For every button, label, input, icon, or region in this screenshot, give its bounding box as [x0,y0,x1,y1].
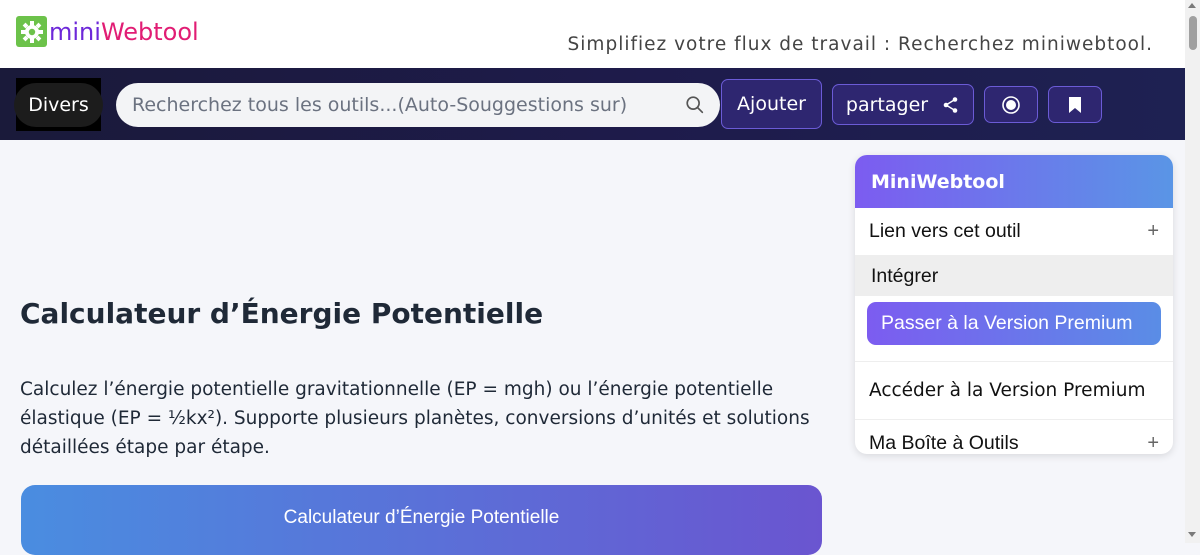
embed-label: Intégrer [871,264,939,287]
main-navbar: Divers Recherchez tous les outils...(Aut… [0,68,1185,140]
divers-button[interactable]: Divers [14,82,103,127]
link-to-tool-label: Lien vers cet outil [869,220,1021,242]
access-premium-item[interactable]: Accéder à la Version Premium [855,362,1173,420]
upgrade-premium-button[interactable]: Passer à la Version Premium [867,302,1161,345]
tool-description: Calculez l’énergie potentielle gravitati… [20,379,810,458]
plus-icon[interactable]: + [1147,220,1159,243]
search-input[interactable]: Recherchez tous les outils...(Auto-Sougg… [132,94,684,116]
scroll-up-arrow-icon[interactable] [1188,3,1196,8]
calculator-card-title: Calculateur d’Énergie Potentielle [283,507,560,528]
toolbox-item[interactable]: Ma Boîte à Outils + [855,420,1173,454]
bookmark-icon [1069,96,1081,113]
record-button[interactable] [984,86,1038,123]
site-tagline: Simplifiez votre flux de travail : Reche… [567,34,1153,55]
scroll-thumb[interactable] [1189,16,1197,50]
calculator-card: Calculateur d’Énergie Potentielle [21,485,822,555]
search-box[interactable]: Recherchez tous les outils...(Auto-Sougg… [116,83,720,127]
site-logo[interactable]: miniWebtool [16,16,199,47]
gear-icon [16,16,47,47]
toolbox-label: Ma Boîte à Outils [869,432,1019,454]
plus-icon[interactable]: + [1147,432,1159,454]
share-label: partager [845,93,929,116]
page-title: Calculateur d’Énergie Potentielle [20,297,544,330]
bookmark-button[interactable] [1048,86,1102,123]
search-icon[interactable] [684,94,706,116]
sidebar-header: MiniWebtool [855,155,1173,208]
logo-web-text: Webtool [100,17,199,46]
link-to-tool-item[interactable]: Lien vers cet outil + [855,208,1173,256]
logo-text: miniWebtool [49,20,199,44]
share-icon [943,96,958,113]
access-premium-label: Accéder à la Version Premium [869,380,1146,401]
add-button[interactable]: Ajouter [721,79,822,129]
record-icon [1002,95,1020,114]
divers-menu[interactable]: Divers [14,78,103,131]
embed-item[interactable]: Intégrer [855,256,1173,296]
top-header: miniWebtool Simplifiez votre flux de tra… [0,0,1185,68]
logo-mini-text: mini [49,17,101,46]
page-scrollbar[interactable] [1185,0,1200,543]
premium-wrapper: Passer à la Version Premium [855,296,1173,362]
scroll-down-arrow-icon[interactable] [1188,532,1196,537]
sidebar-panel: MiniWebtool Lien vers cet outil + Intégr… [855,155,1173,454]
share-button[interactable]: partager [832,84,974,125]
